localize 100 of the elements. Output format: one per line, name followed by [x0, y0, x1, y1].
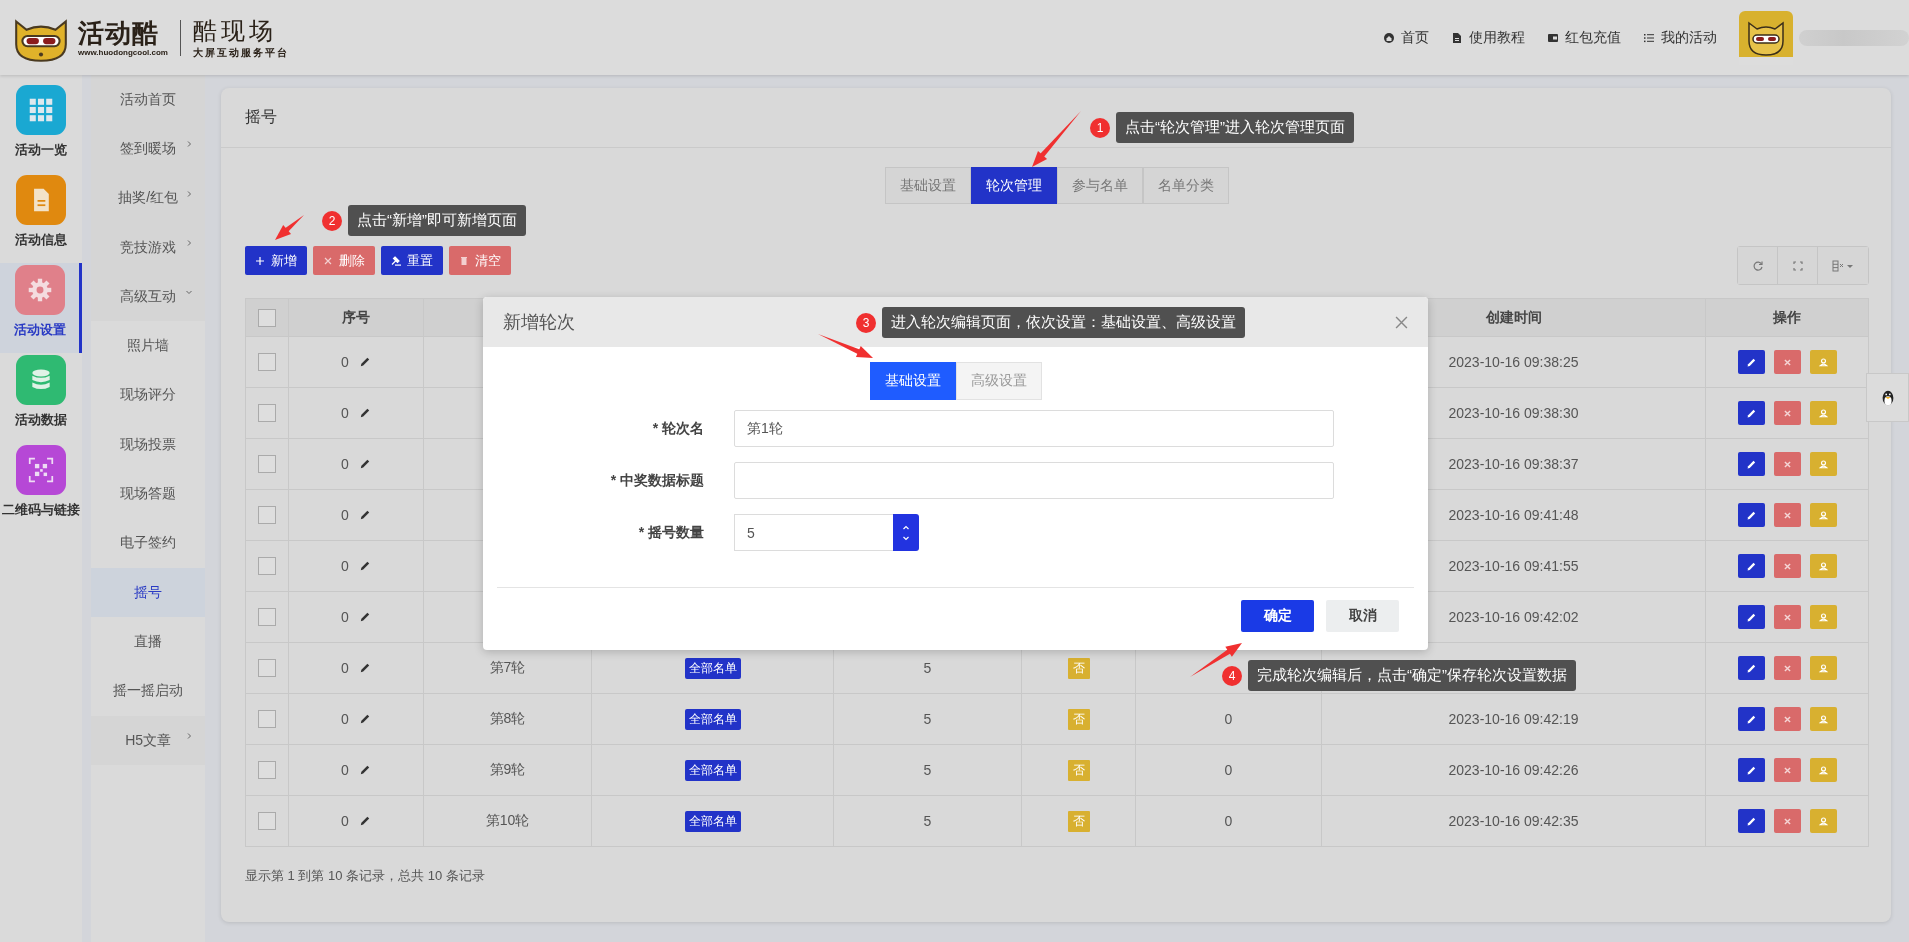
edit-button[interactable] [1737, 401, 1765, 425]
delete-button[interactable] [1773, 758, 1801, 782]
confirm-button[interactable]: 确定 [1241, 600, 1314, 632]
nav-link[interactable]: 红包充值 [1547, 28, 1621, 47]
delete-button[interactable] [1773, 656, 1801, 680]
checkbox[interactable] [258, 353, 276, 371]
table-cell: 第8轮 [489, 710, 526, 728]
chat-button[interactable] [1866, 373, 1909, 422]
checkbox[interactable] [258, 506, 276, 524]
pencil-icon[interactable] [358, 815, 371, 827]
tooltip: 点击“新增”即可新增页面 [348, 205, 526, 236]
rail-item[interactable]: 活动设置 [0, 263, 83, 353]
rail-item[interactable]: 二维码与链接 [0, 443, 83, 533]
order-number: 0 [341, 456, 349, 472]
user-button[interactable] [1809, 554, 1837, 578]
edit-button[interactable] [1737, 605, 1765, 629]
status-tag: 否 [1067, 657, 1090, 679]
checkbox[interactable] [258, 761, 276, 779]
table-cell: 第10轮 [485, 812, 530, 830]
user-button[interactable] [1809, 350, 1837, 374]
user-button[interactable] [1809, 707, 1837, 731]
user-button[interactable] [1809, 809, 1837, 833]
edit-button[interactable] [1737, 452, 1765, 476]
table-cell: 2023-10-16 09:42:19 [1448, 711, 1579, 727]
table-cell: 第9轮 [489, 761, 526, 779]
nav-link[interactable]: 使用教程 [1451, 28, 1525, 47]
checkbox[interactable] [258, 608, 276, 626]
nav-link[interactable]: 首页 [1383, 28, 1429, 47]
pencil-icon[interactable] [358, 713, 371, 725]
tooltip: 点击“轮次管理”进入轮次管理页面 [1116, 112, 1354, 143]
pencil-icon[interactable] [358, 407, 371, 419]
delete-button[interactable] [1773, 707, 1801, 731]
table-cell: 0 [1224, 762, 1233, 778]
clear-button[interactable]: 清空 [449, 246, 511, 275]
rail-item[interactable]: 活动信息 [0, 173, 83, 263]
user-button[interactable] [1809, 605, 1837, 629]
cat-avatar-icon[interactable] [1739, 10, 1793, 65]
delete-button[interactable]: 删除 [313, 246, 375, 275]
menu-item[interactable]: 摇号 [91, 567, 205, 618]
rail-item[interactable]: 活动数据 [0, 353, 83, 443]
user-button[interactable] [1809, 758, 1837, 782]
tab[interactable]: 名单分类 [1143, 167, 1229, 204]
delete-button[interactable] [1773, 605, 1801, 629]
menu-item[interactable]: 竞技游戏 [91, 222, 205, 273]
delete-button[interactable] [1773, 452, 1801, 476]
edit-button[interactable] [1737, 350, 1765, 374]
edit-button[interactable] [1737, 503, 1765, 527]
pencil-icon[interactable] [358, 356, 371, 368]
checkbox[interactable] [258, 455, 276, 473]
nav-link[interactable]: 我的活动 [1643, 28, 1717, 47]
pencil-icon[interactable] [358, 611, 371, 623]
menu-item[interactable]: 高级互动 [91, 272, 205, 322]
tab[interactable]: 基础设置 [885, 167, 971, 204]
pencil-icon[interactable] [358, 764, 371, 776]
delete-button[interactable] [1773, 809, 1801, 833]
delete-button[interactable] [1773, 554, 1801, 578]
rail-item[interactable]: 活动一览 [0, 83, 83, 173]
menu-item[interactable]: 活动首页 [91, 75, 205, 125]
user-button[interactable] [1809, 452, 1837, 476]
tab[interactable]: 基础设置 [869, 362, 956, 400]
pencil-icon[interactable] [358, 560, 371, 572]
edit-button[interactable] [1737, 707, 1765, 731]
pencil-icon[interactable] [358, 458, 371, 470]
input-field[interactable] [734, 462, 1334, 499]
table-cell: 5 [923, 660, 932, 676]
tab[interactable]: 参与名单 [1057, 167, 1143, 204]
checkbox[interactable] [258, 710, 276, 728]
delete-button[interactable] [1773, 503, 1801, 527]
checkbox[interactable] [258, 308, 276, 327]
order-number: 0 [341, 354, 349, 370]
delete-button[interactable] [1773, 350, 1801, 374]
checkbox[interactable] [258, 404, 276, 422]
pencil-icon[interactable] [358, 509, 371, 521]
pencil-icon[interactable] [358, 662, 371, 674]
cancel-button[interactable]: 取消 [1326, 600, 1399, 632]
menu-item[interactable]: 抽奖/红包 [91, 173, 205, 223]
close-icon[interactable] [1395, 315, 1408, 329]
number-field[interactable]: 5 [734, 514, 893, 551]
field-label: * 中奖数据标题 [609, 471, 704, 490]
checkbox[interactable] [258, 659, 276, 677]
checkbox[interactable] [258, 812, 276, 830]
user-button[interactable] [1809, 503, 1837, 527]
edit-button[interactable] [1737, 809, 1765, 833]
delete-button[interactable] [1773, 401, 1801, 425]
checkbox[interactable] [258, 557, 276, 575]
edit-button[interactable] [1737, 656, 1765, 680]
tab[interactable]: 轮次管理 [971, 167, 1057, 204]
edit-button[interactable] [1737, 758, 1765, 782]
brand-name: 活动酷 [78, 18, 160, 48]
menu-item[interactable]: H5文章 [91, 715, 205, 766]
edit-button[interactable] [1737, 554, 1765, 578]
table-cell: 2023-10-16 09:38:37 [1448, 456, 1579, 472]
input-field[interactable]: 第1轮 [734, 410, 1334, 447]
user-button[interactable] [1809, 656, 1837, 680]
menu-item[interactable]: 签到暖场 [91, 124, 205, 174]
add-button[interactable]: 新增 [245, 246, 307, 275]
stepper-icon[interactable] [893, 514, 919, 551]
reset-button[interactable]: 重置 [381, 246, 443, 275]
user-button[interactable] [1809, 401, 1837, 425]
refresh-button[interactable] [1738, 247, 1778, 284]
